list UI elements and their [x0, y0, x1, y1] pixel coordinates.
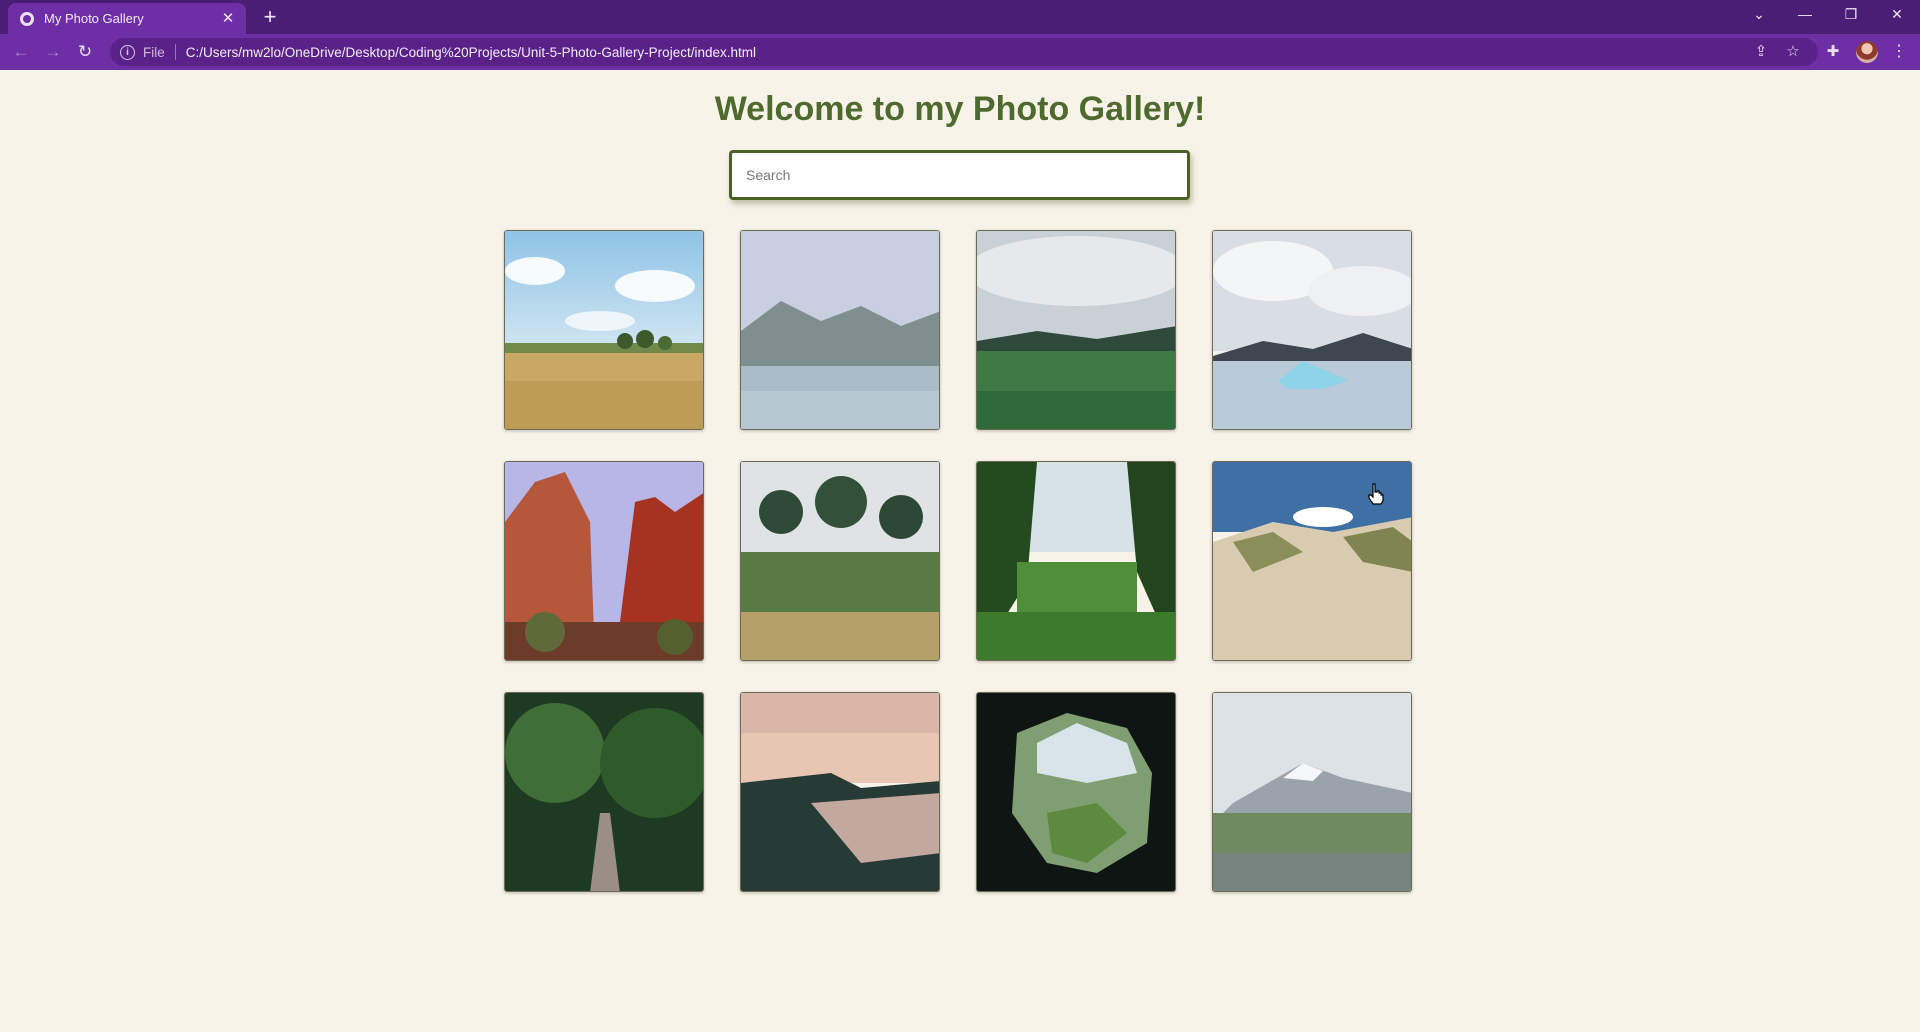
garden-image	[741, 462, 939, 660]
page-body: Welcome to my Photo Gallery!	[0, 70, 1920, 1032]
close-window-button[interactable]: ✕	[1874, 0, 1920, 30]
photo-hayfield[interactable]	[504, 230, 704, 430]
photo-cave-view[interactable]	[976, 692, 1176, 892]
photo-forest-path[interactable]	[504, 692, 704, 892]
globe-icon	[20, 11, 34, 26]
photo-lake-mountains[interactable]	[740, 230, 940, 430]
back-button[interactable]: ←	[10, 41, 32, 63]
valley-image	[977, 462, 1175, 660]
meadow-image	[977, 231, 1175, 429]
photo-coastal-sunset[interactable]	[740, 692, 940, 892]
photo-green-valley[interactable]	[976, 461, 1176, 661]
hayfield-image	[505, 231, 703, 429]
cave-image	[977, 693, 1175, 891]
forest-path-image	[505, 693, 703, 891]
tab-title: My Photo Gallery	[44, 11, 144, 26]
canyon-image	[505, 462, 703, 660]
reload-button[interactable]: ↻	[74, 41, 96, 63]
photo-green-meadow[interactable]	[976, 230, 1176, 430]
new-tab-button[interactable]: +	[258, 5, 282, 29]
forward-button[interactable]: →	[42, 41, 64, 63]
glacier-image	[1213, 231, 1411, 429]
info-icon[interactable]: i	[120, 44, 135, 60]
address-divider	[174, 44, 176, 60]
browser-menu-icon[interactable]: ⋮	[1888, 41, 1910, 63]
browser-tab[interactable]: My Photo Gallery ✕	[8, 3, 246, 34]
browser-toolbar: ← → ↻ i File C:/Users/mw2lo/OneDrive/Des…	[0, 34, 1920, 70]
page-title: Welcome to my Photo Gallery!	[714, 90, 1206, 128]
photo-glacier-lagoon[interactable]	[1212, 230, 1412, 430]
address-url[interactable]: C:/Users/mw2lo/OneDrive/Desktop/Coding%2…	[186, 45, 756, 60]
address-scheme: File	[143, 44, 165, 60]
tab-search-button[interactable]: ⌄	[1736, 0, 1782, 30]
coastal-image	[741, 693, 939, 891]
share-icon[interactable]: ⇪	[1750, 41, 1772, 63]
photo-red-canyon[interactable]	[504, 461, 704, 661]
tab-strip: My Photo Gallery ✕ + ⌄ — ❐ ✕	[0, 0, 1920, 34]
address-bar[interactable]: i File C:/Users/mw2lo/OneDrive/Desktop/C…	[110, 38, 1818, 66]
snowy-mountain-image	[1213, 693, 1411, 891]
hand-pointer-cursor-icon	[1368, 483, 1384, 505]
photo-snowy-mountain-field[interactable]	[1212, 692, 1412, 892]
profile-avatar[interactable]	[1856, 41, 1878, 63]
bookmark-star-icon[interactable]: ☆	[1782, 41, 1804, 63]
lake-image	[741, 231, 939, 429]
close-tab-icon[interactable]: ✕	[220, 10, 236, 27]
search-input[interactable]	[729, 150, 1190, 200]
extensions-puzzle-icon[interactable]: ✚	[1822, 41, 1844, 63]
photo-garden-trees[interactable]	[740, 461, 940, 661]
minimize-button[interactable]: —	[1782, 0, 1828, 30]
restore-button[interactable]: ❐	[1828, 0, 1874, 30]
